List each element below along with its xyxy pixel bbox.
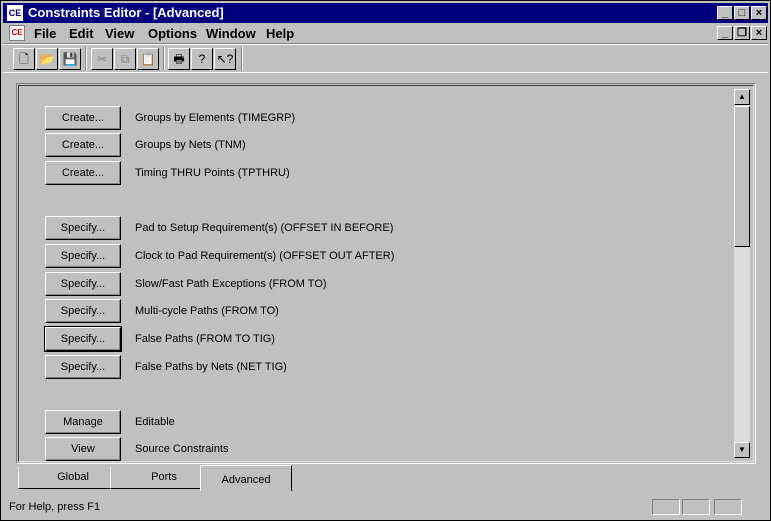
menu-edit[interactable]: Edit [69, 26, 94, 42]
status-bar: For Help, press F1 [3, 496, 768, 518]
status-pane [714, 499, 742, 515]
save-disk-icon[interactable]: 💾 [59, 48, 81, 70]
specify-false-paths-button[interactable]: Specify... [44, 326, 122, 352]
document-icon[interactable]: CE [9, 25, 25, 41]
title-bar[interactable]: CE Constraints Editor - [Advanced] _ □ × [3, 3, 768, 23]
close-button[interactable]: × [751, 6, 767, 20]
scroll-up-icon[interactable]: ▲ [734, 89, 750, 105]
toolbar-separator [241, 47, 243, 71]
manage-button[interactable]: Manage [45, 410, 121, 434]
advanced-panel: Create... Groups by Elements (TIMEGRP) C… [16, 83, 756, 464]
maximize-button[interactable]: □ [734, 6, 750, 20]
create-timegrp-button[interactable]: Create... [45, 106, 121, 130]
row-offset-out-after: Specify... Clock to Pad Requirement(s) (… [19, 244, 719, 268]
row-false-paths: Specify... False Paths (FROM TO TIG) [19, 326, 719, 352]
create-tpthru-button[interactable]: Create... [45, 161, 121, 185]
specify-multicycle-button[interactable]: Specify... [45, 299, 121, 323]
timegrp-label: Groups by Elements (TIMEGRP) [135, 112, 296, 124]
row-slow-fast-exceptions: Specify... Slow/Fast Path Exceptions (FR… [19, 272, 719, 296]
source-constraints-label: Source Constraints [135, 443, 229, 455]
row-groups-by-nets: Create... Groups by Nets (TNM) [19, 133, 719, 157]
menu-bar: CE File Edit View Options Window Help _ … [3, 23, 768, 43]
paste-icon[interactable]: 📋 [137, 48, 159, 70]
specify-net-tig-button[interactable]: Specify... [45, 355, 121, 379]
menu-window[interactable]: Window [206, 26, 256, 42]
doc-close-button[interactable]: × [751, 26, 767, 40]
specify-offset-in-button[interactable]: Specify... [45, 216, 121, 240]
offset-out-label: Clock to Pad Requirement(s) (OFFSET OUT … [135, 250, 395, 262]
scroll-down-icon[interactable]: ▼ [734, 442, 750, 458]
doc-minimize-button[interactable]: _ [717, 26, 733, 40]
from-to-label: Slow/Fast Path Exceptions (FROM TO) [135, 278, 327, 290]
toolbar-separator [85, 47, 87, 71]
tpthru-label: Timing THRU Points (TPTHRU) [135, 167, 290, 179]
toolbar-separator [163, 47, 165, 71]
new-file-icon[interactable]: 🗋 [13, 48, 35, 70]
app-icon[interactable]: CE [7, 5, 23, 21]
multicycle-label: Multi-cycle Paths (FROM TO) [135, 305, 279, 317]
minimize-button[interactable]: _ [717, 6, 733, 20]
row-source-constraints: View Source Constraints [19, 437, 719, 461]
status-pane [682, 499, 710, 515]
context-help-icon[interactable]: ↖? [214, 48, 236, 70]
help-icon[interactable]: ? [191, 48, 213, 70]
open-folder-icon[interactable]: 📂 [36, 48, 58, 70]
row-offset-in-before: Specify... Pad to Setup Requirement(s) (… [19, 216, 719, 240]
row-timing-thru-points: Create... Timing THRU Points (TPTHRU) [19, 161, 719, 185]
specify-from-to-button[interactable]: Specify... [45, 272, 121, 296]
offset-in-label: Pad to Setup Requirement(s) (OFFSET IN B… [135, 222, 394, 234]
menu-view[interactable]: View [105, 26, 134, 42]
advanced-panel-content: Create... Groups by Elements (TIMEGRP) C… [18, 85, 754, 462]
status-text: For Help, press F1 [9, 501, 101, 513]
window-title: Constraints Editor - [Advanced] [28, 5, 224, 20]
toolbar: 🗋 📂 💾 ✂ ⧉ 📋 🖶 ? ↖? [3, 43, 768, 73]
vertical-scrollbar[interactable]: ▲ ▼ [734, 89, 750, 458]
toolbar-rule [3, 44, 768, 45]
create-tnm-button[interactable]: Create... [45, 133, 121, 157]
copy-icon[interactable]: ⧉ [114, 48, 136, 70]
row-editable: Manage Editable [19, 410, 719, 434]
tnm-label: Groups by Nets (TNM) [135, 139, 246, 151]
menu-options[interactable]: Options [148, 26, 197, 42]
view-button[interactable]: View [45, 437, 121, 461]
tab-advanced[interactable]: Advanced [200, 465, 292, 491]
menu-file[interactable]: File [34, 26, 56, 42]
row-groups-by-elements: Create... Groups by Elements (TIMEGRP) [19, 106, 719, 130]
cut-icon[interactable]: ✂ [91, 48, 113, 70]
app-window: CE Constraints Editor - [Advanced] _ □ ×… [0, 0, 771, 521]
false-paths-label: False Paths (FROM TO TIG) [135, 333, 275, 345]
doc-restore-button[interactable]: ❐ [734, 26, 750, 40]
row-multi-cycle-paths: Specify... Multi-cycle Paths (FROM TO) [19, 299, 719, 323]
status-pane [652, 499, 680, 515]
specify-offset-out-button[interactable]: Specify... [45, 244, 121, 268]
editable-label: Editable [135, 416, 175, 428]
menu-help[interactable]: Help [266, 26, 294, 42]
net-tig-label: False Paths by Nets (NET TIG) [135, 361, 287, 373]
print-icon[interactable]: 🖶 [168, 48, 190, 70]
row-false-paths-by-nets: Specify... False Paths by Nets (NET TIG) [19, 355, 719, 379]
scroll-thumb[interactable] [734, 106, 750, 247]
